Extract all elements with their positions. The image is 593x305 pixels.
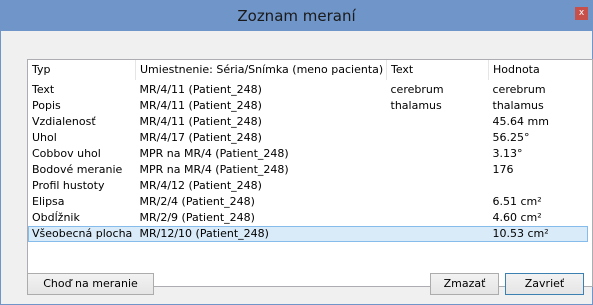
row-text-cell (387, 146, 489, 162)
row-value-cell (489, 178, 589, 194)
row-location-cell: MPR na MR/4 (Patient_248) (139, 163, 289, 176)
row-location-cell: MR/2/9 (Patient_248) (139, 211, 255, 224)
table-row[interactable]: Uhol MR/4/17 (Patient_248) 56.25° (28, 130, 588, 146)
table-row[interactable]: Všeobecná plocha MR/12/10 (Patient_248) 10… (28, 226, 588, 242)
header-row: Typ Umiestnenie: Séria/Snímka (meno paci… (28, 60, 588, 80)
row-type-cell: Všeobecná plocha (28, 226, 136, 242)
row-text-cell (387, 162, 489, 178)
row-value-cell: 4.60 cm² (492, 211, 542, 224)
row-location-cell: MPR na MR/4 (Patient_248) (139, 147, 289, 160)
table-row[interactable]: Vzdialenosť MR/4/11 (Patient_248) 45.64 mm (28, 114, 588, 130)
row-type-cell: Elipsa (32, 195, 65, 208)
row-value-cell: thalamus (492, 99, 544, 112)
row-text-cell (387, 178, 489, 194)
row-type-cell: Cobbov uhol (32, 147, 101, 160)
row-text-cell (387, 114, 489, 130)
measurement-list[interactable]: Typ Umiestnenie: Séria/Snímka (meno paci… (27, 59, 593, 287)
row-type-cell: Obdĺžnik (32, 211, 80, 224)
row-text-cell (386, 226, 489, 242)
row-value-cell: 10.53 cm² (488, 226, 588, 242)
row-location-cell: MR/4/11 (Patient_248) (139, 99, 262, 112)
measurement-table: Typ Umiestnenie: Séria/Snímka (meno paci… (28, 60, 588, 242)
row-text-cell (387, 210, 489, 226)
table-row[interactable]: Popis MR/4/11 (Patient_248) thalamus thalam… (28, 98, 588, 114)
row-location-cell: MR/4/17 (Patient_248) (139, 131, 262, 144)
close-button[interactable]: Zavrieť (505, 273, 584, 295)
row-location-cell: MR/12/10 (Patient_248) (135, 226, 387, 242)
row-value-cell: 56.25° (492, 131, 530, 144)
row-value-cell: cerebrum (492, 83, 546, 96)
row-value-cell: 6.51 cm² (492, 195, 542, 208)
table-row[interactable]: Text MR/4/11 (Patient_248) cerebrum cerebru… (28, 80, 588, 98)
row-type-cell: Bodové meranie (32, 163, 123, 176)
row-text-cell (387, 194, 489, 210)
row-location-cell: MR/4/12 (Patient_248) (139, 179, 262, 192)
go-to-measurement-button[interactable]: Choď na meranie (27, 273, 154, 295)
table-row[interactable]: Bodové meranie MPR na MR/4 (Patient_248) 1… (28, 162, 588, 178)
table-row[interactable]: Elipsa MR/2/4 (Patient_248) 6.51 cm² (28, 194, 588, 210)
row-location-cell: MR/4/11 (Patient_248) (139, 115, 262, 128)
column-header-value[interactable]: Hodnota (488, 60, 588, 80)
dialog-title: Zoznam meraní (237, 7, 356, 25)
row-location-cell: MR/2/4 (Patient_248) (139, 195, 255, 208)
column-header-location[interactable]: Umiestnenie: Séria/Snímka (meno pacienta… (135, 60, 387, 80)
close-icon[interactable]: x (575, 7, 588, 20)
row-text-cell (387, 130, 489, 146)
column-header-text[interactable]: Text (386, 60, 489, 80)
row-type-cell: Profil hustoty (32, 179, 105, 192)
row-value-cell: 176 (492, 163, 514, 176)
row-value-cell: 45.64 mm (492, 115, 549, 128)
row-type-cell: Text (32, 83, 55, 96)
row-type-cell: Popis (32, 99, 61, 112)
row-value-cell: 3.13° (492, 147, 523, 160)
table-row[interactable]: Profil hustoty MR/4/12 (Patient_248) (28, 178, 588, 194)
row-location-cell: MR/4/11 (Patient_248) (139, 83, 262, 96)
table-row[interactable]: Obdĺžnik MR/2/9 (Patient_248) 4.60 cm² (28, 210, 588, 226)
delete-button[interactable]: Zmazať (430, 273, 499, 295)
row-type-cell: Uhol (32, 131, 57, 144)
title-bar[interactable]: Zoznam meraní x (1, 1, 592, 31)
row-text-cell: cerebrum (390, 83, 444, 96)
table-row[interactable]: Cobbov uhol MPR na MR/4 (Patient_248) 3.13… (28, 146, 588, 162)
row-text-cell: thalamus (390, 99, 442, 112)
row-type-cell: Vzdialenosť (32, 115, 96, 128)
column-header-type[interactable]: Typ (28, 60, 136, 80)
